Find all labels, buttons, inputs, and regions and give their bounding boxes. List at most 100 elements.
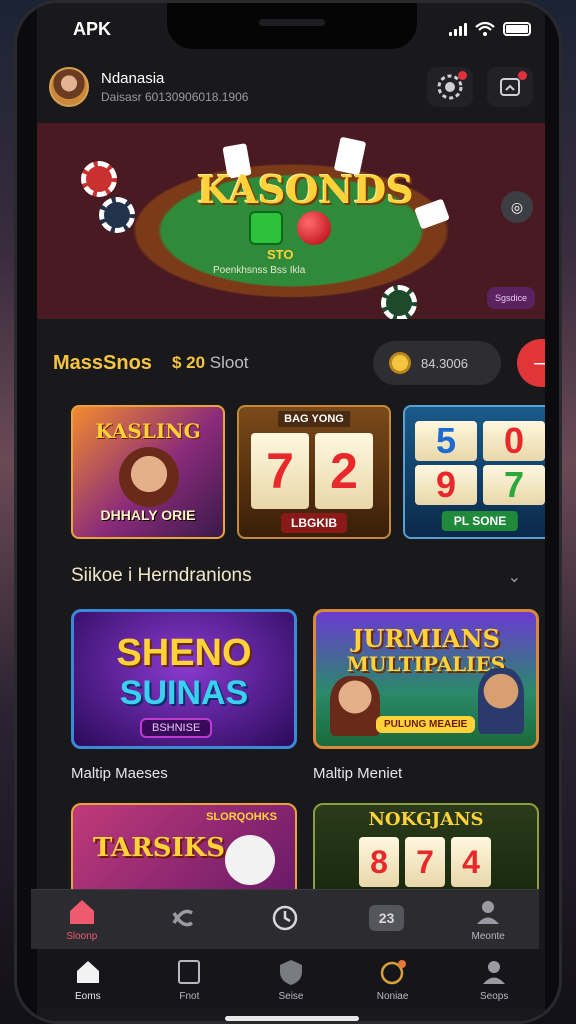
hero-caption: Poenkhsnss Bss Ikla (213, 265, 306, 276)
coin-icon (389, 352, 411, 374)
slot-reel: 7 (405, 837, 445, 887)
tab-front[interactable]: Fnot (149, 957, 229, 1002)
ticket-icon: 23 (368, 904, 405, 931)
notch (167, 3, 417, 49)
hero-globe-icon[interactable]: ◎ (501, 191, 533, 223)
slot-card-kasling[interactable]: KASLING DHHALY ORIE (71, 405, 225, 539)
tab-seops[interactable]: Seops (454, 957, 534, 1002)
featured-card-badge: BSHNISE (140, 718, 213, 738)
shield-icon (279, 959, 302, 985)
phone-frame: APK Ndanasia Daisasr 60130906018.1906 KA… (14, 0, 562, 1024)
slot-card-pl-sone[interactable]: 5 0 9 7 PL SONE (403, 405, 545, 539)
arrow-button[interactable]: ⟶ (517, 339, 545, 387)
poker-chip (381, 285, 417, 319)
tab-label: Sloonp (66, 931, 98, 942)
slot-reel: 7 (251, 433, 309, 509)
tab-label: Fnot (179, 990, 200, 1002)
promo-row: MassSnos $ 20 Sloot 84.3006 ⟶ (37, 339, 545, 387)
message-button[interactable] (487, 67, 533, 107)
poker-chip (81, 161, 117, 197)
tab-ticket[interactable]: 23 (347, 904, 427, 935)
featured-row: SHENO SUINAS BSHNISE JURMIANS MULTIPALIE… (71, 609, 539, 749)
slot-reel: 0 (483, 420, 545, 461)
tab-meonte[interactable]: Meonte (448, 897, 528, 942)
card-icon (178, 959, 201, 984)
hero-card (414, 198, 450, 230)
wifi-icon (475, 22, 495, 36)
game-card-tag: SLORQOHKS (206, 811, 277, 823)
tab-label: Seops (479, 990, 509, 1002)
slot-card-character (119, 447, 179, 507)
tab-noniae[interactable]: Noniae (353, 957, 433, 1002)
featured-caption[interactable]: Maltip Meniet (313, 765, 539, 782)
chevron-down-icon[interactable]: ⌄ (508, 567, 521, 587)
tab-home[interactable]: Eoms (48, 957, 128, 1002)
slot-reel: 5 (415, 420, 477, 461)
red-ball (297, 211, 331, 245)
user-block: Ndanasia Daisasr 60130906018.1906 (101, 70, 248, 104)
status-icons (449, 22, 531, 36)
notification-dot (458, 71, 467, 80)
poker-chip (99, 197, 135, 233)
game-card-title: TARSIKS (93, 833, 226, 863)
slot-carousel: KASLING DHHALY ORIE BAG YONG 7 2 LBGKIB … (71, 405, 545, 539)
featured-card-badge: PULUNG MEAEIE (376, 716, 476, 733)
promo-slot-amount: $ 20 (171, 353, 206, 372)
profile-icon (477, 901, 500, 924)
user-id: Daisasr 60130906018.1906 (101, 90, 249, 104)
shuffle-icon (172, 909, 194, 926)
speaker-grille (259, 19, 325, 26)
bottom-tab-bar: Eoms Fnot Seise Noniae Seops (37, 949, 545, 1009)
more-games-row: SLORQOHKS TARSIKS NOKGJANS 8 7 4 (71, 803, 539, 893)
featured-captions: Maltip Maeses Maltip Meniet (71, 765, 539, 782)
featured-card-subtitle: SUINAS (119, 674, 249, 712)
slot-reel: 8 (359, 837, 399, 887)
carrier-label: APK (73, 18, 112, 39)
hero-subtitle: STO (267, 247, 294, 262)
slot-reel: 9 (415, 464, 477, 505)
hero-title: KASONDS (197, 167, 414, 212)
featured-caption[interactable]: Maltip Maeses (71, 765, 297, 782)
slot-card-button: PL SONE (441, 511, 519, 531)
tab-label: Eoms (75, 990, 101, 1002)
tab-sloonp[interactable]: Sloonp (42, 897, 122, 942)
home-icon (69, 900, 94, 924)
featured-card-title: SHENO (116, 632, 252, 674)
section-title: Siikoe i Herndranions (71, 565, 252, 586)
app-header: Ndanasia Daisasr 60130906018.1906 (37, 59, 545, 115)
home-icon (76, 960, 99, 983)
tab-label: Noniae (376, 990, 409, 1002)
hero-banner[interactable]: KASONDS STO Poenkhsnss Bss Ikla ◎ Sgsdic… (37, 123, 545, 319)
featured-card-title: JURMIANS (352, 624, 500, 653)
slot-card-title: KASLING (95, 419, 201, 443)
user-name: Ndanasia (101, 70, 165, 87)
promo-title: MassSnos (53, 351, 152, 374)
chip-button[interactable] (427, 67, 473, 107)
slot-card-bag-yong[interactable]: BAG YONG 7 2 LBGKIB (237, 405, 391, 539)
game-card-nokgjans[interactable]: NOKGJANS 8 7 4 (313, 803, 539, 893)
featured-card-sheno[interactable]: SHENO SUINAS BSHNISE (71, 609, 297, 749)
promo-slot: $ 20 Sloot (172, 353, 249, 373)
game-card-mascot (225, 835, 275, 885)
tab-clock[interactable] (245, 903, 325, 937)
home-indicator[interactable] (225, 1016, 359, 1021)
green-die (249, 211, 283, 245)
avatar[interactable] (49, 67, 89, 107)
slot-card-button: LBGKIB (281, 513, 347, 533)
signal-icon (449, 22, 467, 36)
game-card-tarsiks[interactable]: SLORQOHKS TARSIKS (71, 803, 297, 893)
promo-slot-label: Sloot (209, 353, 249, 372)
arrow-right-icon: ⟶ (533, 351, 545, 376)
message-icon (500, 78, 520, 96)
tab-seise[interactable]: Seise (251, 957, 331, 1002)
hero-badge[interactable]: Sgsdice (486, 287, 535, 309)
featured-card-character (330, 676, 380, 736)
tab-label: Meonte (471, 931, 505, 942)
header-actions (427, 67, 533, 107)
slot-reel: 7 (483, 464, 545, 505)
app-screen: APK Ndanasia Daisasr 60130906018.1906 KA… (37, 3, 545, 1021)
featured-card-jurmians[interactable]: JURMIANS MULTIPALIES PULUNG MEAEIE (313, 609, 539, 749)
coin-balance-pill[interactable]: 84.3006 (373, 341, 501, 385)
tab-shuffle[interactable] (143, 903, 223, 937)
game-card-title: NOKGJANS (368, 809, 484, 830)
